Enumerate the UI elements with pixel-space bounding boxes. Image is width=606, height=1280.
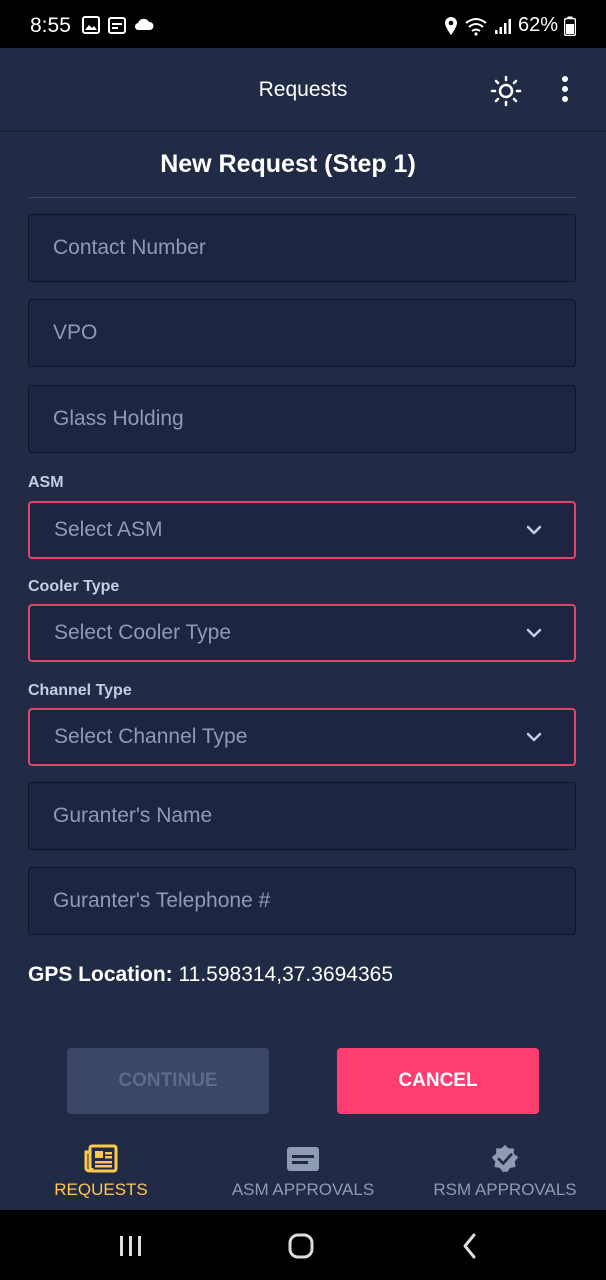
calendar-icon: [108, 17, 126, 34]
verified-badge-icon: [491, 1144, 519, 1173]
battery-percentage: 62%: [517, 14, 558, 36]
channel-type-select[interactable]: Select Channel Type: [28, 708, 576, 766]
contact-number-placeholder: Contact Number: [53, 236, 206, 259]
status-bar: 8:55 62%: [0, 0, 606, 48]
cooler-type-select-value: Select Cooler Type: [54, 621, 232, 644]
gps-value: 11.598314,37.3694365: [178, 963, 394, 986]
nav-asm-approvals-label: ASM APPROVALS: [231, 1180, 375, 1199]
recent-apps-icon[interactable]: [118, 1234, 144, 1258]
guranter-phone-input[interactable]: Guranter's Telephone #: [28, 867, 576, 935]
back-icon[interactable]: [460, 1232, 480, 1260]
cancel-button[interactable]: CANCEL: [337, 1048, 539, 1114]
card-icon: [287, 1147, 319, 1171]
page-title: New Request (Step 1): [160, 150, 416, 178]
asm-select[interactable]: Select ASM: [28, 501, 576, 559]
contact-number-input[interactable]: Contact Number: [28, 214, 576, 282]
vpo-placeholder: VPO: [53, 321, 98, 344]
title-divider: [28, 197, 576, 198]
guranter-name-input[interactable]: Guranter's Name: [28, 782, 576, 850]
cooler-type-select[interactable]: Select Cooler Type: [28, 604, 576, 662]
nav-rsm-approvals[interactable]: RSM APPROVALS: [404, 1130, 606, 1210]
more-vertical-icon[interactable]: [555, 75, 575, 107]
cloud-icon: [134, 18, 154, 31]
newspaper-icon: [84, 1144, 118, 1173]
gps-label: GPS Location:: [28, 963, 173, 986]
chevron-down-icon: [526, 525, 542, 535]
nav-rsm-approvals-label: RSM APPROVALS: [433, 1180, 577, 1199]
status-time: 8:55: [30, 14, 71, 37]
chevron-down-icon: [526, 732, 542, 742]
glass-holding-input[interactable]: Glass Holding: [28, 385, 576, 453]
channel-type-label: Channel Type: [28, 682, 132, 699]
asm-select-value: Select ASM: [54, 518, 163, 541]
asm-label: ASM: [28, 474, 64, 491]
guranter-name-placeholder: Guranter's Name: [53, 804, 213, 827]
battery-icon: [564, 16, 576, 36]
nav-requests-label: REQUESTS: [54, 1180, 148, 1199]
wifi-icon: [465, 17, 487, 36]
continue-button[interactable]: CONTINUE: [67, 1048, 269, 1114]
nav-requests[interactable]: REQUESTS: [0, 1130, 202, 1210]
cooler-type-label: Cooler Type: [28, 578, 120, 595]
vpo-input[interactable]: VPO: [28, 299, 576, 367]
nav-asm-approvals[interactable]: ASM APPROVALS: [202, 1130, 404, 1210]
channel-type-select-value: Select Channel Type: [54, 725, 248, 748]
sun-icon[interactable]: [490, 75, 522, 107]
bottom-navigation: REQUESTS ASM APPROVALS RSM APPROVALS: [0, 1130, 606, 1210]
guranter-phone-placeholder: Guranter's Telephone #: [53, 889, 271, 912]
home-icon[interactable]: [287, 1232, 315, 1260]
app-bar: Requests: [0, 48, 606, 132]
signal-icon: [494, 18, 511, 34]
system-navigation-bar: [0, 1210, 606, 1280]
gps-location: GPS Location: 11.598314,37.3694365: [28, 963, 393, 987]
image-icon: [82, 16, 100, 34]
chevron-down-icon: [526, 628, 542, 638]
glass-holding-placeholder: Glass Holding: [53, 407, 184, 430]
location-icon: [444, 16, 457, 35]
